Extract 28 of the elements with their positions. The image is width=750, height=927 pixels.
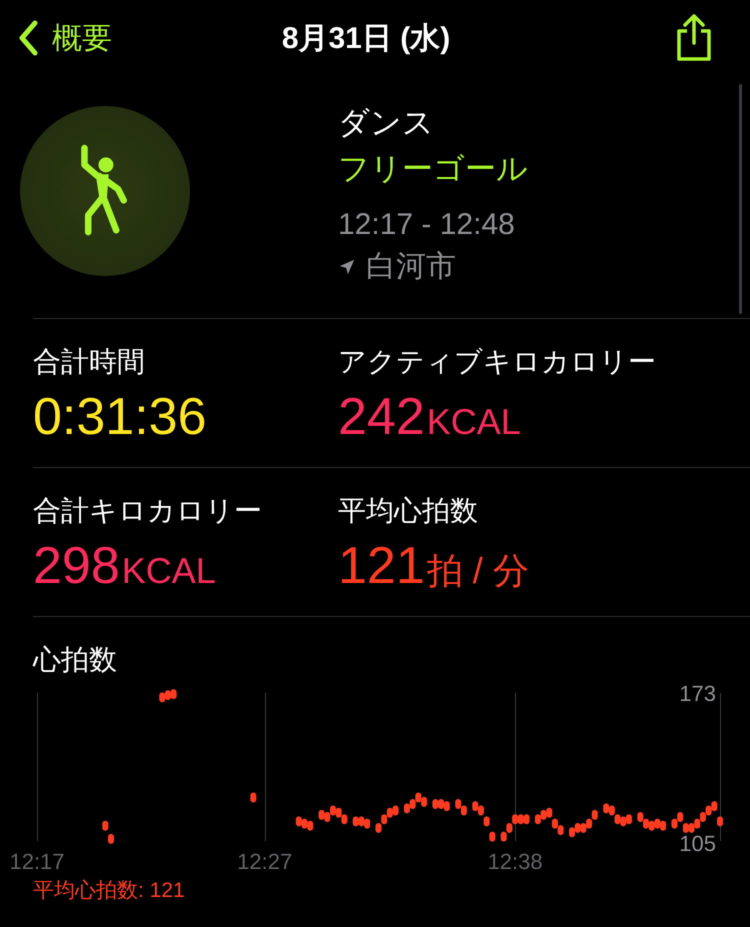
x-axis-label: 12:27 [237,849,292,875]
y-axis-label: 173 [679,681,716,707]
metric-value: 298KCAL [33,536,217,596]
workout-goal: フリーゴール [338,150,528,188]
metric-value: 121拍 / 分 [338,536,530,596]
y-axis-label: 105 [679,831,716,857]
metric-value: 242KCAL [338,387,522,447]
heart-rate-point [250,792,256,802]
heart-rate-point [108,834,114,844]
x-axis-label: 12:38 [488,849,543,875]
back-chevron-icon [18,20,38,56]
heart-rate-point [102,820,108,831]
location-name: 白河市 [366,249,456,285]
metric-label: アクティブキロカロリー [338,345,657,379]
metric-label: 平均心拍数 [338,494,479,528]
metric-label: 合計キロカロリー [33,494,263,528]
average-heart-rate: 平均心拍数: 121 [33,878,185,904]
chart-title: 心拍数 [33,643,118,677]
heart-rate-point [489,832,496,842]
location-arrow-icon [338,258,356,276]
back-button[interactable]: 概要 [18,18,112,58]
workout-name: ダンス [338,104,435,142]
nav-title: 8月31日 (水) [282,20,450,56]
metric-label: 合計時間 [33,345,146,379]
heart-rate-point [717,816,723,826]
time-range: 12:17 - 12:48 [338,208,516,242]
x-axis-label: 12:17 [9,849,65,875]
metric-value: 0:31:36 [33,387,208,447]
